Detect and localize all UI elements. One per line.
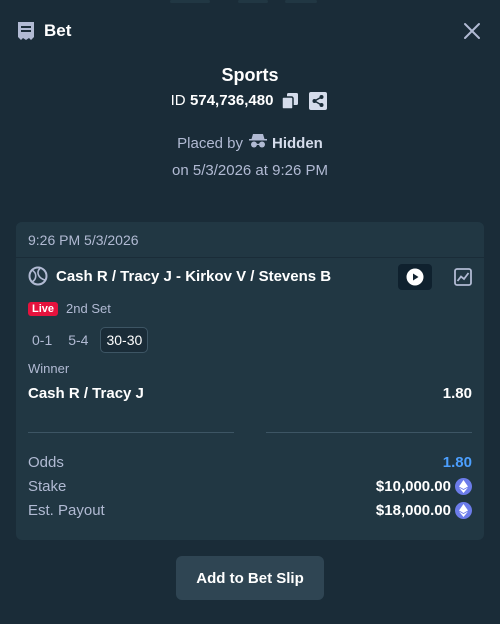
play-icon (406, 268, 424, 286)
selection-odds: 1.80 (442, 385, 472, 402)
share-icon[interactable] (307, 90, 329, 112)
score-current-game: 30-30 (100, 327, 149, 353)
selection-name: Cash R / Tracy J (28, 385, 144, 402)
placed-by-user: Hidden (249, 133, 323, 153)
payout-value: $18,000.00 (375, 502, 451, 519)
bet-id-prefix: ID (170, 92, 186, 109)
divider-left (28, 432, 234, 433)
bet-id-row: ID 574,736,480 (0, 90, 500, 112)
payout-row: Est. Payout $18,000.00 (28, 502, 472, 519)
odds-row: Odds 1.80 (28, 454, 472, 471)
payout-label: Est. Payout (28, 502, 105, 519)
eth-icon (455, 478, 472, 495)
stats-icon[interactable] (454, 268, 472, 286)
incognito-icon (249, 133, 268, 153)
score-set-2: 5-4 (68, 332, 89, 348)
match-status: Live 2nd Set (28, 301, 111, 316)
placed-by-username: Hidden (272, 134, 323, 152)
placed-date: on 5/3/2026 at 9:26 PM (172, 162, 328, 179)
modal-title: Bet (44, 21, 72, 40)
bet-id-number: 574,736,480 (190, 92, 274, 109)
stake-label: Stake (28, 478, 67, 495)
placed-by-label: Placed by (177, 134, 244, 152)
copy-icon[interactable] (279, 90, 301, 112)
play-button[interactable] (398, 264, 432, 290)
top-strip (0, 0, 500, 6)
payout-value-wrap: $18,000.00 (376, 502, 472, 519)
add-to-bet-slip-button[interactable]: Add to Bet Slip (176, 556, 324, 600)
placed-by-row: Placed by Hidden (0, 132, 500, 154)
bet-card: 9:26 PM 5/3/2026 Cash R / Tracy J - Kirk… (16, 222, 484, 540)
live-badge: Live (28, 301, 59, 316)
ticket-icon (16, 21, 36, 41)
score-row: 0-1 5-4 30-30 (28, 327, 149, 353)
stake-value: $10,000.00 (375, 478, 451, 495)
stake-row: Stake $10,000.00 (28, 478, 472, 495)
odds-value: 1.80 (442, 454, 472, 471)
match-period: 2nd Set (66, 301, 111, 316)
event-row: Cash R / Tracy J - Kirkov V / Stevens B (28, 264, 472, 290)
odds-label: Odds (28, 454, 64, 471)
score-set-1: 0-1 (32, 332, 53, 348)
card-timestamp: 9:26 PM 5/3/2026 (16, 222, 484, 258)
market-label: Winner (28, 361, 70, 376)
tennis-ball-icon (28, 266, 48, 286)
sport-title: Sports (221, 65, 279, 85)
event-name[interactable]: Cash R / Tracy J - Kirkov V / Stevens B (56, 268, 331, 285)
divider-right (266, 432, 472, 433)
eth-icon (455, 502, 472, 519)
modal-header: Bet (16, 18, 484, 44)
close-icon[interactable] (462, 21, 482, 41)
stake-value-wrap: $10,000.00 (376, 478, 472, 495)
selection-row: Cash R / Tracy J 1.80 (28, 385, 472, 402)
